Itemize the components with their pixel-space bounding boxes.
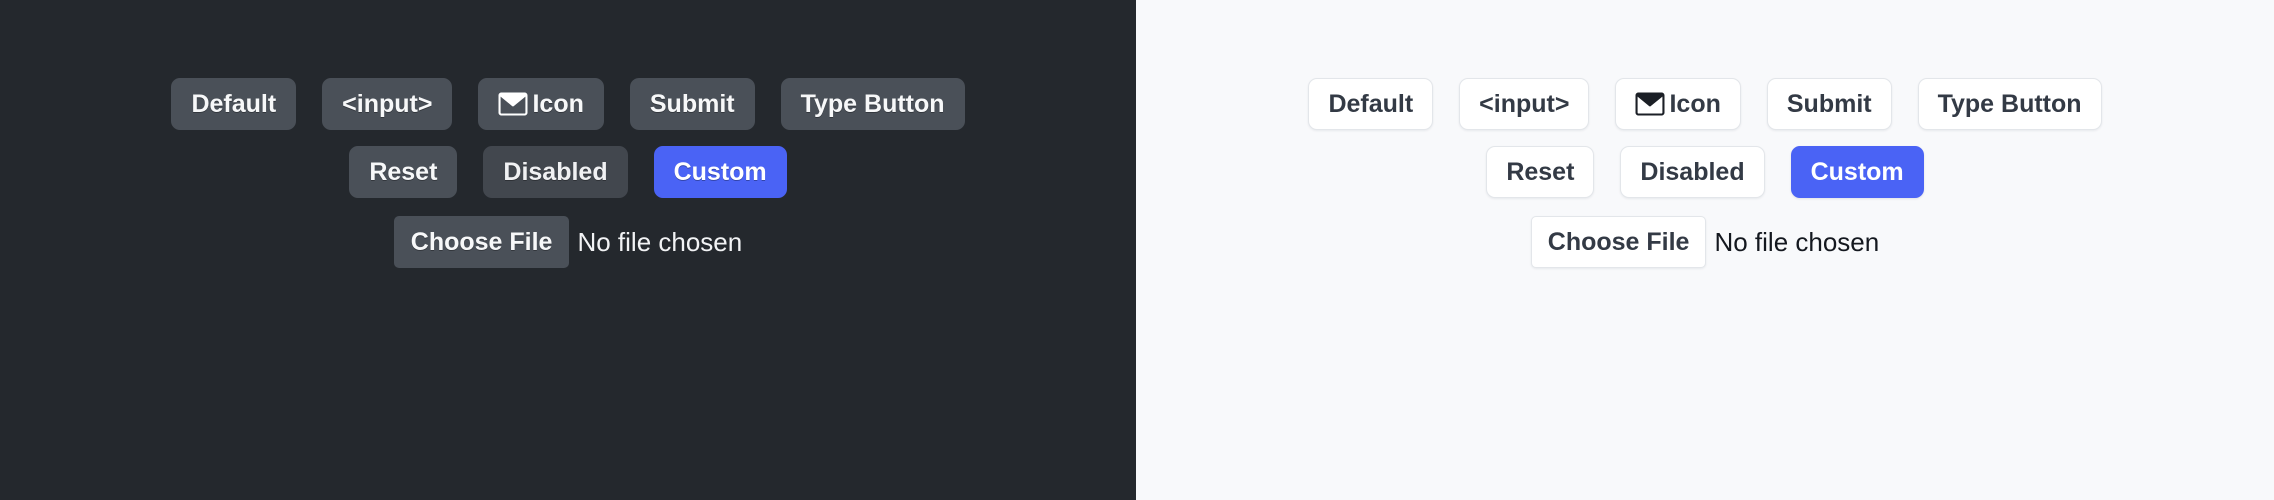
icon-button-label: Icon <box>1669 89 1721 118</box>
button-showcase-light: Default <input> Icon Submit Type Button <box>1136 0 2274 268</box>
submit-button[interactable]: Submit <box>1766 78 1892 130</box>
submit-button-label: Submit <box>649 89 735 118</box>
disabled-button-label: Disabled <box>503 157 608 186</box>
default-button-label: Default <box>1328 89 1414 118</box>
envelope-icon <box>498 91 528 117</box>
input-button[interactable]: <input> <box>322 78 453 130</box>
choose-file-button-label: Choose File <box>410 227 553 256</box>
reset-button-label: Reset <box>1506 157 1575 186</box>
default-button[interactable]: Default <box>171 78 297 130</box>
row-secondary-buttons: Reset Disabled Custom <box>0 146 1136 198</box>
input-button-label: <input> <box>1479 89 1570 118</box>
row-file-input: Choose File No file chosen <box>1136 216 2274 268</box>
dark-theme-panel: Default <input> Icon Submit Type Button <box>0 0 1136 500</box>
custom-button[interactable]: Custom <box>1790 146 1924 198</box>
row-primary-buttons: Default <input> Icon Submit Type Button <box>0 78 1136 130</box>
default-button[interactable]: Default <box>1308 78 1434 130</box>
choose-file-button[interactable]: Choose File <box>1530 216 1707 268</box>
reset-button-label: Reset <box>369 157 438 186</box>
file-input[interactable]: Choose File No file chosen <box>393 216 743 268</box>
file-status-text: No file chosen <box>577 227 743 257</box>
choose-file-button[interactable]: Choose File <box>393 216 570 268</box>
button-showcase-dark: Default <input> Icon Submit Type Button <box>0 0 1136 268</box>
light-theme-panel: Default <input> Icon Submit Type Button <box>1136 0 2274 500</box>
row-file-input: Choose File No file chosen <box>0 216 1136 268</box>
reset-button[interactable]: Reset <box>1486 146 1595 198</box>
icon-button[interactable]: Icon <box>1615 78 1741 130</box>
file-input[interactable]: Choose File No file chosen <box>1530 216 1880 268</box>
custom-button[interactable]: Custom <box>653 146 787 198</box>
submit-button-label: Submit <box>1786 89 1872 118</box>
envelope-icon <box>1635 91 1665 117</box>
disabled-button: Disabled <box>483 146 628 198</box>
disabled-button: Disabled <box>1620 146 1765 198</box>
row-secondary-buttons: Reset Disabled Custom <box>1136 146 2274 198</box>
icon-button-label: Icon <box>532 89 584 118</box>
submit-button[interactable]: Submit <box>629 78 755 130</box>
type-button[interactable]: Type Button <box>1917 78 2102 130</box>
custom-button-label: Custom <box>1810 157 1904 186</box>
choose-file-button-label: Choose File <box>1547 227 1690 256</box>
default-button-label: Default <box>191 89 277 118</box>
type-button-label: Type Button <box>800 89 945 118</box>
type-button[interactable]: Type Button <box>780 78 965 130</box>
type-button-label: Type Button <box>1937 89 2082 118</box>
disabled-button-label: Disabled <box>1640 157 1745 186</box>
icon-button[interactable]: Icon <box>478 78 604 130</box>
input-button[interactable]: <input> <box>1459 78 1590 130</box>
row-primary-buttons: Default <input> Icon Submit Type Button <box>1136 78 2274 130</box>
input-button-label: <input> <box>342 89 433 118</box>
custom-button-label: Custom <box>673 157 767 186</box>
file-status-text: No file chosen <box>1714 227 1880 257</box>
reset-button[interactable]: Reset <box>349 146 458 198</box>
